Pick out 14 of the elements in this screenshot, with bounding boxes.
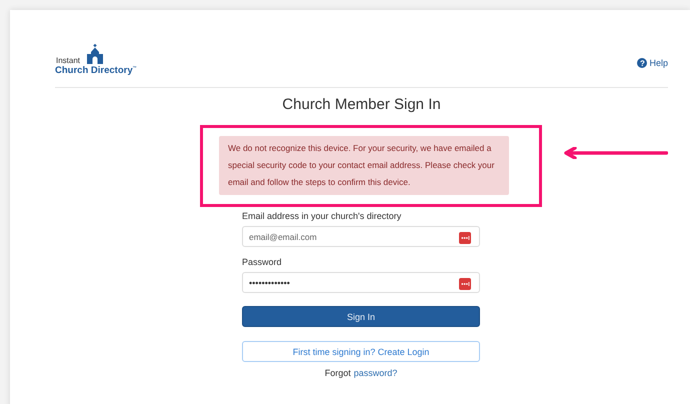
logo-text: Instant bbox=[56, 56, 80, 65]
password-field[interactable]: ••••••••••••• bbox=[242, 272, 480, 293]
email-field[interactable]: email@email.com bbox=[242, 226, 480, 247]
field-label: Email address in your church's directory bbox=[242, 211, 402, 221]
help-link[interactable]: ? Help bbox=[637, 58, 668, 68]
page-title: Church Member Sign In bbox=[281, 96, 442, 113]
alert-message: We do not recognize this device. For your security, we have emailed a special security code to your contact email address. Please check your email and follow the steps to confirm this device. bbox=[219, 136, 509, 195]
password-link[interactable]: password? bbox=[354, 368, 398, 378]
create-login-button[interactable]: First time signing in? Create Login bbox=[242, 341, 480, 362]
sign-in-button[interactable]: Sign In bbox=[242, 306, 480, 327]
field-label: Password bbox=[242, 257, 283, 267]
church-icon bbox=[87, 44, 103, 64]
forgot-text: Forgot bbox=[324, 368, 351, 378]
help-icon: ? bbox=[637, 58, 648, 68]
